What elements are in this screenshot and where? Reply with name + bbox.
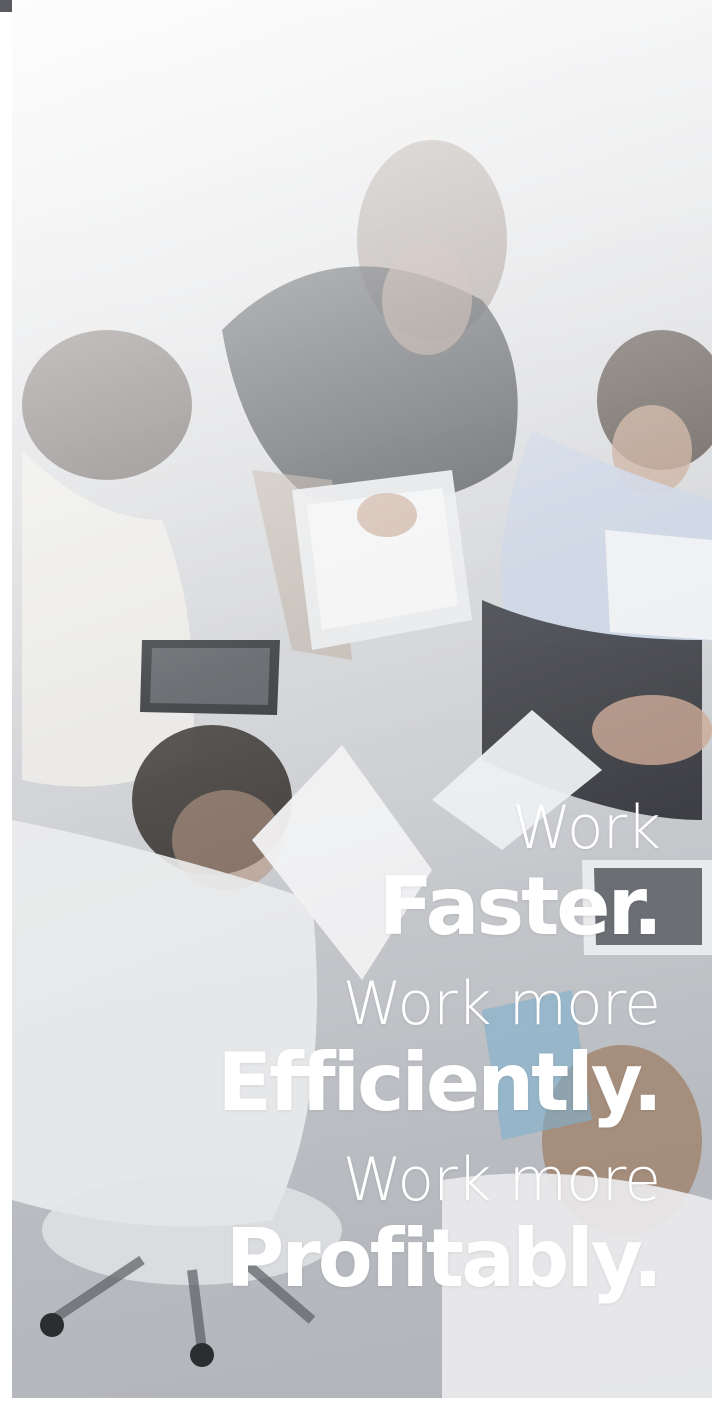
tagline-line1-bold: Faster. <box>378 860 664 953</box>
promo-banner: Work Faster. Work more Efficiently. Work… <box>0 0 717 1403</box>
tagline-line2-bold: Efficiently. <box>217 1036 663 1129</box>
bottom-edge <box>12 1398 712 1403</box>
tagline-line3-light: Work more <box>342 1145 661 1215</box>
tagline: Work Faster. Work more Efficiently. Work… <box>60 793 664 1305</box>
tagline-line1-light: Work <box>512 793 661 863</box>
tagline-line3-bold: Profitably. <box>225 1212 663 1305</box>
tagline-line2-light: Work more <box>342 969 661 1039</box>
